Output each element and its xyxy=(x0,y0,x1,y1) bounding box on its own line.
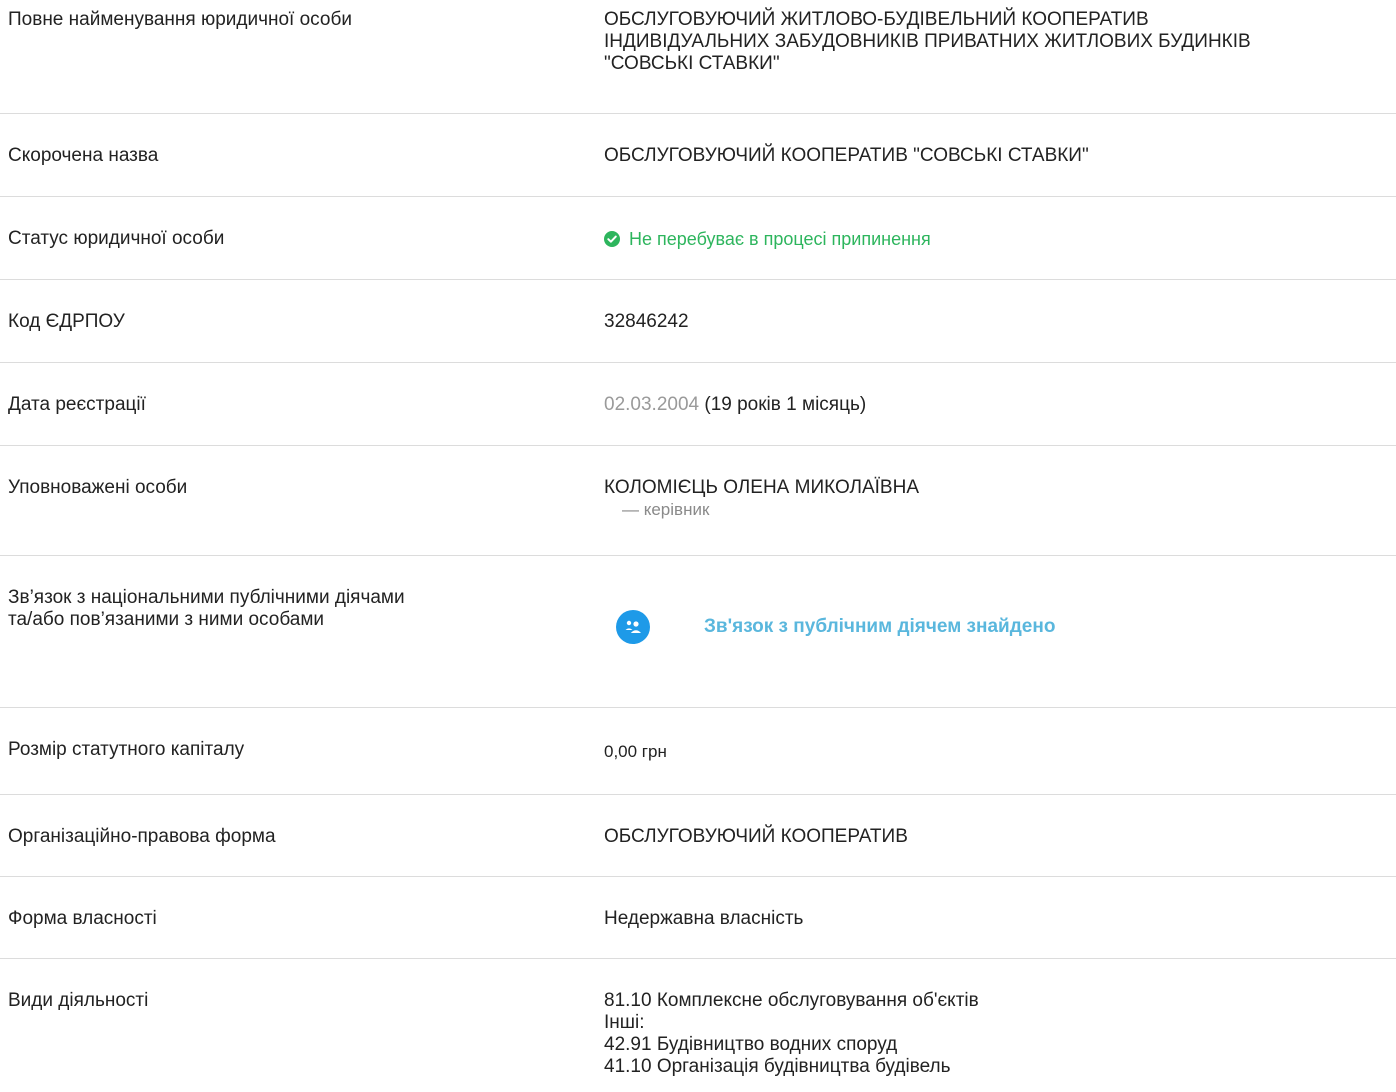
pep-link[interactable]: Зв'язок з публічним діячем знайдено xyxy=(704,616,1055,638)
status-text: Не перебуває в процесі припинення xyxy=(629,229,931,249)
row-registration-date: Дата реєстрації 02.03.2004 (19 років 1 м… xyxy=(0,363,1396,446)
activity-item: 41.10 Організація будівництва будівель xyxy=(604,1056,951,1077)
people-icon[interactable] xyxy=(616,610,650,644)
row-full-name: Повне найменування юридичної особи ОБСЛУ… xyxy=(0,0,1396,114)
authorized-person-role: — керівник xyxy=(622,500,710,519)
row-edrpou: Код ЄДРПОУ 32846242 xyxy=(0,280,1396,363)
check-circle-icon xyxy=(604,231,620,247)
row-capital: Розмір статутного капіталу 0,00 грн xyxy=(0,708,1396,795)
pep-label: Зв’язок з національними публічними діяча… xyxy=(8,587,528,631)
short-name-label: Скорочена назва xyxy=(8,145,159,166)
registration-date-value: 02.03.2004 (19 років 1 місяць) xyxy=(604,394,1389,416)
status-value: Не перебуває в процесі припинення xyxy=(604,228,1389,250)
full-name-value: ОБСЛУГОВУЮЧИЙ ЖИТЛОВО-БУДІВЕЛЬНИЙ КООПЕР… xyxy=(604,9,1389,75)
row-short-name: Скорочена назва ОБСЛУГОВУЮЧИЙ КООПЕРАТИВ… xyxy=(0,114,1396,197)
legal-form-label: Організаційно-правова форма xyxy=(8,826,276,847)
row-pep: Зв’язок з національними публічними діяча… xyxy=(0,556,1396,708)
ownership-value: Недержавна власність xyxy=(604,908,804,929)
activity-others-label: Інші: xyxy=(604,1012,645,1033)
registration-age: (19 років 1 місяць) xyxy=(704,394,867,415)
authorized-label: Уповноважені особи xyxy=(8,477,188,498)
activity-main: 81.10 Комплексне обслуговування об'єктів xyxy=(604,990,979,1011)
edrpou-value: 32846242 xyxy=(604,311,689,332)
authorized-person-name: КОЛОМІЄЦЬ ОЛЕНА МИКОЛАЇВНА xyxy=(604,477,920,498)
company-info-table: Повне найменування юридичної особи ОБСЛУ… xyxy=(0,0,1396,1092)
row-legal-form: Організаційно-правова форма ОБСЛУГОВУЮЧИ… xyxy=(0,795,1396,877)
capital-label: Розмір статутного капіталу xyxy=(8,739,245,760)
full-name-label: Повне найменування юридичної особи xyxy=(8,9,352,30)
capital-value: 0,00 грн xyxy=(604,742,667,761)
activities-value: 81.10 Комплексне обслуговування об'єктів… xyxy=(604,990,1389,1078)
pep-value: Зв'язок з публічним діячем знайдено xyxy=(604,610,1389,644)
row-activities: Види діяльності 81.10 Комплексне обслуго… xyxy=(0,959,1396,1092)
full-name-line: ІНДИВІДУАЛЬНИХ ЗАБУДОВНИКІВ ПРИВАТНИХ ЖИ… xyxy=(604,31,1251,52)
status-label: Статус юридичної особи xyxy=(8,228,225,249)
full-name-line: "СОВСЬКІ СТАВКИ" xyxy=(604,53,780,74)
full-name-line: ОБСЛУГОВУЮЧИЙ ЖИТЛОВО-БУДІВЕЛЬНИЙ КООПЕР… xyxy=(604,9,1149,30)
legal-form-value: ОБСЛУГОВУЮЧИЙ КООПЕРАТИВ xyxy=(604,826,908,847)
registration-date-label: Дата реєстрації xyxy=(8,394,146,415)
row-status: Статус юридичної особи Не перебуває в пр… xyxy=(0,197,1396,280)
pep-label-line: та/або пов’язаними з ними особами xyxy=(8,609,325,630)
pep-label-line: Зв’язок з національними публічними діяча… xyxy=(8,587,405,608)
activities-label: Види діяльності xyxy=(8,990,149,1011)
row-ownership: Форма власності Недержавна власність xyxy=(0,877,1396,959)
row-authorized-persons: Уповноважені особи КОЛОМІЄЦЬ ОЛЕНА МИКОЛ… xyxy=(0,446,1396,556)
ownership-label: Форма власності xyxy=(8,908,157,929)
people-glyph xyxy=(625,620,641,633)
activity-item: 42.91 Будівництво водних споруд xyxy=(604,1034,898,1055)
edrpou-label: Код ЄДРПОУ xyxy=(8,311,125,332)
short-name-value: ОБСЛУГОВУЮЧИЙ КООПЕРАТИВ "СОВСЬКІ СТАВКИ… xyxy=(604,145,1089,166)
registration-date-link[interactable]: 02.03.2004 xyxy=(604,394,699,415)
authorized-value: КОЛОМІЄЦЬ ОЛЕНА МИКОЛАЇВНА — керівник xyxy=(604,477,1389,521)
